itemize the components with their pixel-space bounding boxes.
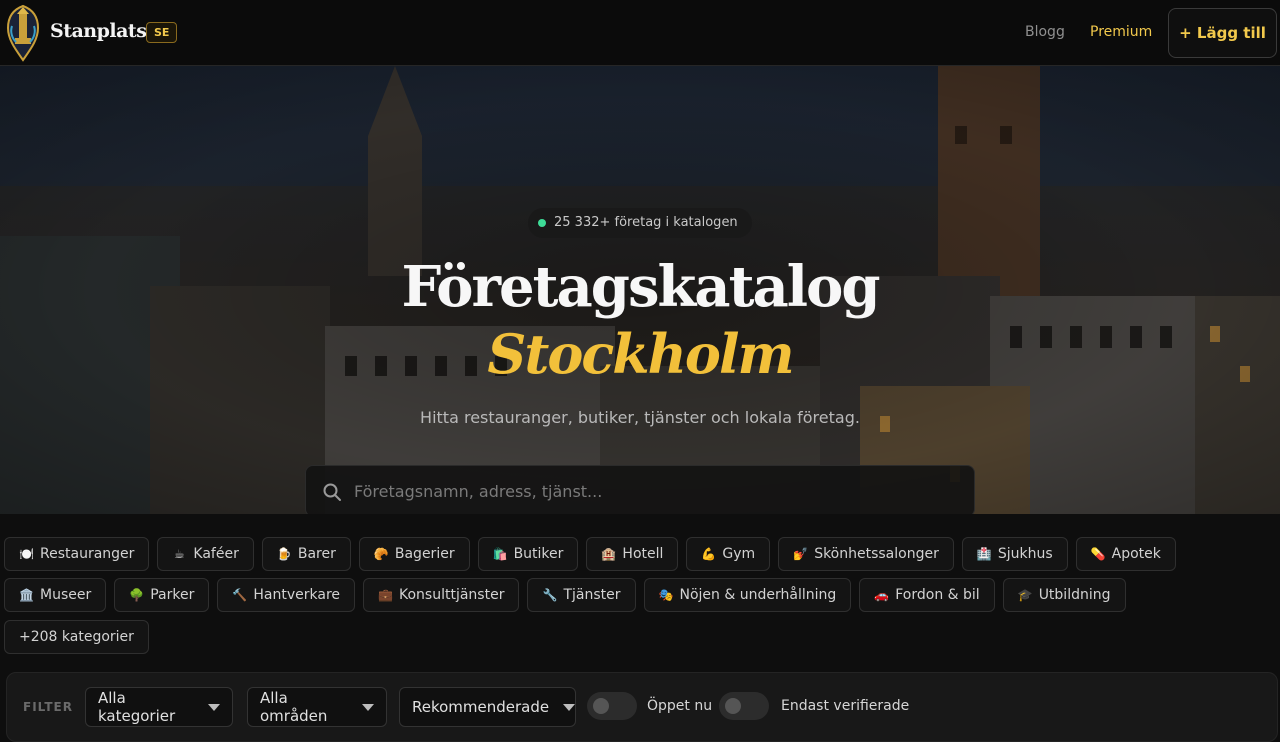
business-count-text: 25 332+ företag i katalogen (554, 215, 738, 230)
hospital-icon: 🏥 (976, 547, 992, 561)
search-icon (323, 483, 341, 501)
category-chip-nojen[interactable]: 🎭 Nöjen & underhållning (643, 578, 852, 612)
croissant-icon: 🥐 (373, 547, 389, 561)
top-header: Stanplats SE Blogg Premium + Lägg till (0, 0, 1280, 66)
filter-label: FILTER (23, 700, 73, 714)
category-chip-apotek[interactable]: 💊 Apotek (1075, 537, 1176, 571)
nail-polish-icon: 💅 (793, 547, 809, 561)
filter-bar: FILTER Alla kategorier Alla områden Reko… (6, 672, 1278, 742)
category-chip-parker[interactable]: 🌳 Parker (114, 578, 210, 612)
category-chip-skonhetssalonger[interactable]: 💅 Skönhetssalonger (778, 537, 954, 571)
category-row-2: 🏛️ Museer 🌳 Parker 🔨 Hantverkare 💼 Konsulttj… (4, 578, 1126, 612)
more-categories-button[interactable]: +208 kategorier (4, 620, 149, 654)
status-dot-icon (538, 219, 546, 227)
open-now-toggle[interactable] (587, 692, 637, 720)
category-chip-utbildning[interactable]: 🎓 Utbildning (1002, 578, 1126, 612)
category-chip-sjukhus[interactable]: 🏥 Sjukhus (961, 537, 1068, 571)
verified-only-toggle[interactable] (719, 692, 769, 720)
briefcase-icon: 💼 (378, 588, 393, 602)
muscle-icon: 💪 (701, 547, 717, 561)
verified-only-label: Endast verifierade (781, 698, 910, 714)
graduation-cap-icon: 🎓 (1017, 588, 1033, 602)
category-chip-bagerier[interactable]: 🥐 Bagerier (358, 537, 470, 571)
coffee-icon: ☕ (174, 547, 185, 561)
sort-select[interactable]: Rekommenderade (399, 687, 576, 727)
tree-icon: 🌳 (129, 588, 145, 602)
chevron-down-icon (208, 703, 220, 711)
category-chip-hantverkare[interactable]: 🔨 Hantverkare (217, 578, 355, 612)
category-row-1: 🍽️ Restauranger ☕ Kaféer 🍺 Barer 🥐 Bagerier … (4, 537, 1176, 571)
category-row-3: +208 kategorier (4, 620, 149, 654)
category-chip-museer[interactable]: 🏛️ Museer (4, 578, 107, 612)
category-chip-gym[interactable]: 💪 Gym (686, 537, 771, 571)
category-chip-hotell[interactable]: 🏨 Hotell (586, 537, 679, 571)
category-chip-barer[interactable]: 🍺 Barer (261, 537, 351, 571)
country-badge: SE (146, 22, 178, 43)
brand-name[interactable]: Stanplats (50, 20, 147, 42)
beer-icon: 🍺 (276, 547, 292, 561)
chevron-down-icon (362, 703, 374, 711)
nav-link-blog[interactable]: Blogg (1025, 24, 1065, 40)
area-select[interactable]: Alla områden (247, 687, 387, 727)
car-icon: 🚗 (874, 588, 890, 602)
hammer-icon: 🔨 (232, 588, 248, 602)
theater-masks-icon: 🎭 (658, 588, 674, 602)
city-title: Stockholm (487, 322, 794, 386)
search-box[interactable] (305, 465, 975, 514)
page-title: Företagskatalog (401, 254, 880, 320)
pill-icon: 💊 (1090, 547, 1106, 561)
hero-section: 25 332+ företag i katalogen Företagskata… (0, 66, 1280, 514)
logo-icon[interactable] (4, 4, 42, 62)
add-business-button[interactable]: + Lägg till (1168, 8, 1277, 58)
chevron-down-icon (563, 703, 576, 711)
category-chip-tjanster[interactable]: 🔧 Tjänster (527, 578, 636, 612)
shopping-bag-icon: 🛍️ (492, 547, 508, 561)
hotel-icon: 🏨 (601, 547, 617, 561)
nav-link-premium[interactable]: Premium (1090, 24, 1152, 40)
category-select[interactable]: Alla kategorier (85, 687, 233, 727)
open-now-label: Öppet nu (647, 698, 713, 714)
business-count-badge: 25 332+ företag i katalogen (528, 208, 752, 238)
category-chip-konsulttjanster[interactable]: 💼 Konsulttjänster (363, 578, 520, 612)
category-chip-butiker[interactable]: 🛍️ Butiker (477, 537, 579, 571)
category-chip-fordon[interactable]: 🚗 Fordon & bil (859, 578, 995, 612)
category-chip-restauranger[interactable]: 🍽️ Restauranger (4, 537, 150, 571)
wrench-icon: 🔧 (542, 588, 558, 602)
museum-icon: 🏛️ (19, 588, 34, 602)
category-chip-kafeer[interactable]: ☕ Kaféer (157, 537, 254, 571)
search-input[interactable] (354, 466, 954, 514)
restaurant-icon: 🍽️ (19, 547, 34, 561)
hero-subtitle: Hitta restauranger, butiker, tjänster oc… (420, 408, 860, 427)
